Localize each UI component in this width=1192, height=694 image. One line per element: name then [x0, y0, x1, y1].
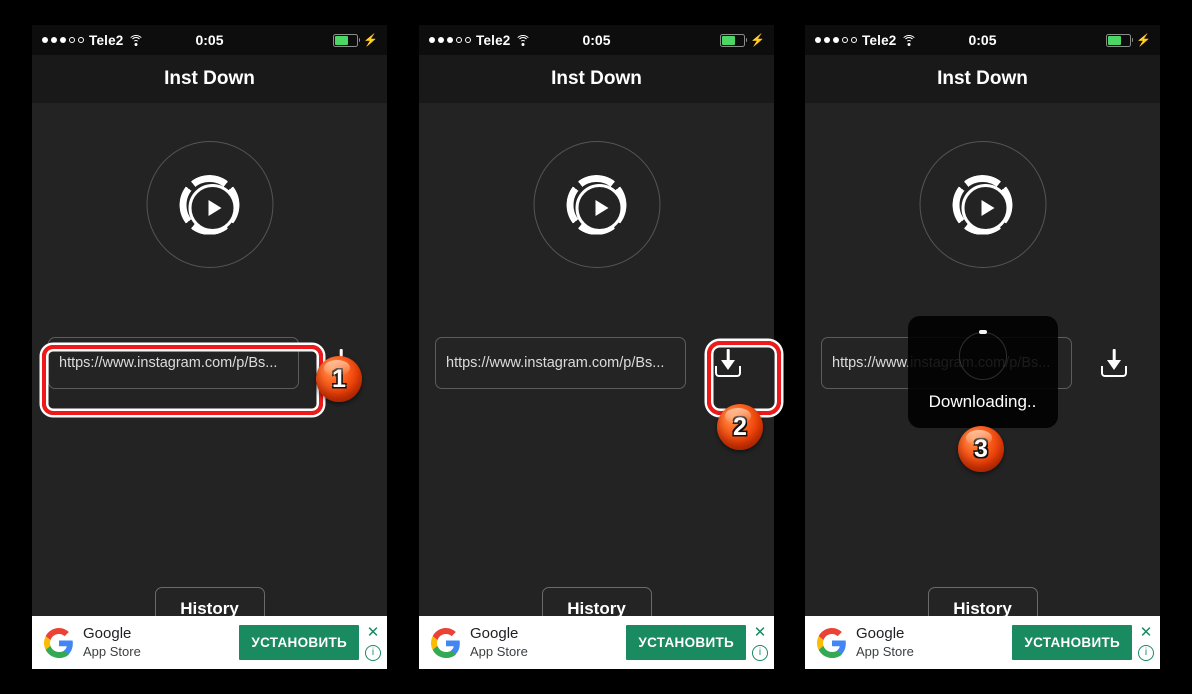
url-row: https://www.instagram.com/p/Bs... [419, 337, 774, 391]
status-bar-right: ⚡ [720, 33, 765, 47]
status-bar-right: ⚡ [1106, 33, 1151, 47]
nav-bar: Inst Down [419, 55, 774, 103]
nav-bar: Inst Down [32, 55, 387, 103]
ad-title: Google [83, 625, 132, 643]
phone-panel-2: Tele2 0:05 ⚡ Inst Down https://www.insta… [419, 25, 774, 669]
ad-subtitle: App Store [856, 643, 914, 659]
downloading-hud: Downloading.. [907, 316, 1058, 428]
ad-banner[interactable]: Google App Store УСТАНОВИТЬ ✕ i [32, 616, 387, 669]
status-bar: Tele2 0:05 ⚡ [419, 25, 774, 55]
status-bar-right: ⚡ [333, 33, 378, 47]
ad-info-icon[interactable]: i [1138, 644, 1154, 661]
google-logo-icon [44, 627, 73, 658]
step-badge-2: 2 [717, 404, 763, 450]
ad-title: Google [470, 625, 519, 643]
ad-banner[interactable]: Google App Store УСТАНОВИТЬ ✕ i [419, 616, 774, 669]
status-bar: Tele2 0:05 ⚡ [805, 25, 1160, 55]
url-input[interactable]: https://www.instagram.com/p/Bs... [435, 337, 686, 389]
download-icon [713, 348, 743, 378]
battery-icon [720, 33, 748, 47]
play-ring-logo-icon [179, 174, 240, 235]
ad-install-button[interactable]: УСТАНОВИТЬ [239, 625, 359, 660]
download-button[interactable] [704, 339, 752, 387]
ad-title: Google [856, 625, 905, 643]
download-icon [1099, 348, 1129, 378]
google-logo-icon [817, 627, 846, 658]
step-badge-3: 3 [958, 426, 1004, 472]
charging-bolt-icon: ⚡ [1136, 33, 1151, 47]
screenshot-stage: Tele2 0:05 ⚡ Inst Down https://www.insta… [0, 0, 1192, 694]
page-title: Inst Down [551, 68, 642, 89]
app-screen: https://www.instagram.com/p/Bs... Histor… [419, 103, 774, 669]
ad-info-icon[interactable]: i [752, 644, 768, 661]
ad-close-icon[interactable]: ✕ [754, 625, 767, 640]
ad-install-button[interactable]: УСТАНОВИТЬ [626, 625, 746, 660]
ad-text: Google App Store [856, 625, 1012, 659]
ad-subtitle: App Store [83, 643, 141, 659]
ad-controls: ✕ i [752, 625, 768, 661]
ad-text: Google App Store [470, 625, 626, 659]
app-screen: https://www.instagram.com/p/Bs... Downlo… [805, 103, 1160, 669]
charging-bolt-icon: ⚡ [750, 33, 765, 47]
app-logo-circle [146, 141, 273, 268]
ad-text: Google App Store [83, 625, 239, 659]
nav-bar: Inst Down [805, 55, 1160, 103]
download-button[interactable] [1090, 339, 1138, 387]
url-input[interactable]: https://www.instagram.com/p/Bs... [48, 337, 299, 389]
google-logo-icon [431, 627, 460, 658]
ad-controls: ✕ i [1138, 625, 1154, 661]
battery-icon [333, 33, 361, 47]
spinner-icon [958, 330, 1007, 380]
app-logo-circle [533, 141, 660, 268]
ad-close-icon[interactable]: ✕ [1140, 625, 1153, 640]
app-logo-circle [919, 141, 1046, 268]
play-ring-logo-icon [566, 174, 627, 235]
ad-banner[interactable]: Google App Store УСТАНОВИТЬ ✕ i [805, 616, 1160, 669]
step-badge-1: 1 [316, 356, 362, 402]
battery-icon [1106, 33, 1134, 47]
ad-close-icon[interactable]: ✕ [367, 625, 380, 640]
ad-controls: ✕ i [365, 625, 381, 661]
downloading-label: Downloading.. [928, 392, 1037, 411]
status-bar: Tele2 0:05 ⚡ [32, 25, 387, 55]
ad-install-button[interactable]: УСТАНОВИТЬ [1012, 625, 1132, 660]
charging-bolt-icon: ⚡ [363, 33, 378, 47]
ad-subtitle: App Store [470, 643, 528, 659]
url-input-value: https://www.instagram.com/p/Bs... [59, 355, 278, 371]
phone-panel-3: Tele2 0:05 ⚡ Inst Down https://www.ins [805, 25, 1160, 669]
play-ring-logo-icon [952, 174, 1013, 235]
url-input-value: https://www.instagram.com/p/Bs... [446, 355, 665, 371]
page-title: Inst Down [164, 68, 255, 89]
ad-info-icon[interactable]: i [365, 644, 381, 661]
phone-panel-1: Tele2 0:05 ⚡ Inst Down https://www.insta… [32, 25, 387, 669]
page-title: Inst Down [937, 68, 1028, 89]
